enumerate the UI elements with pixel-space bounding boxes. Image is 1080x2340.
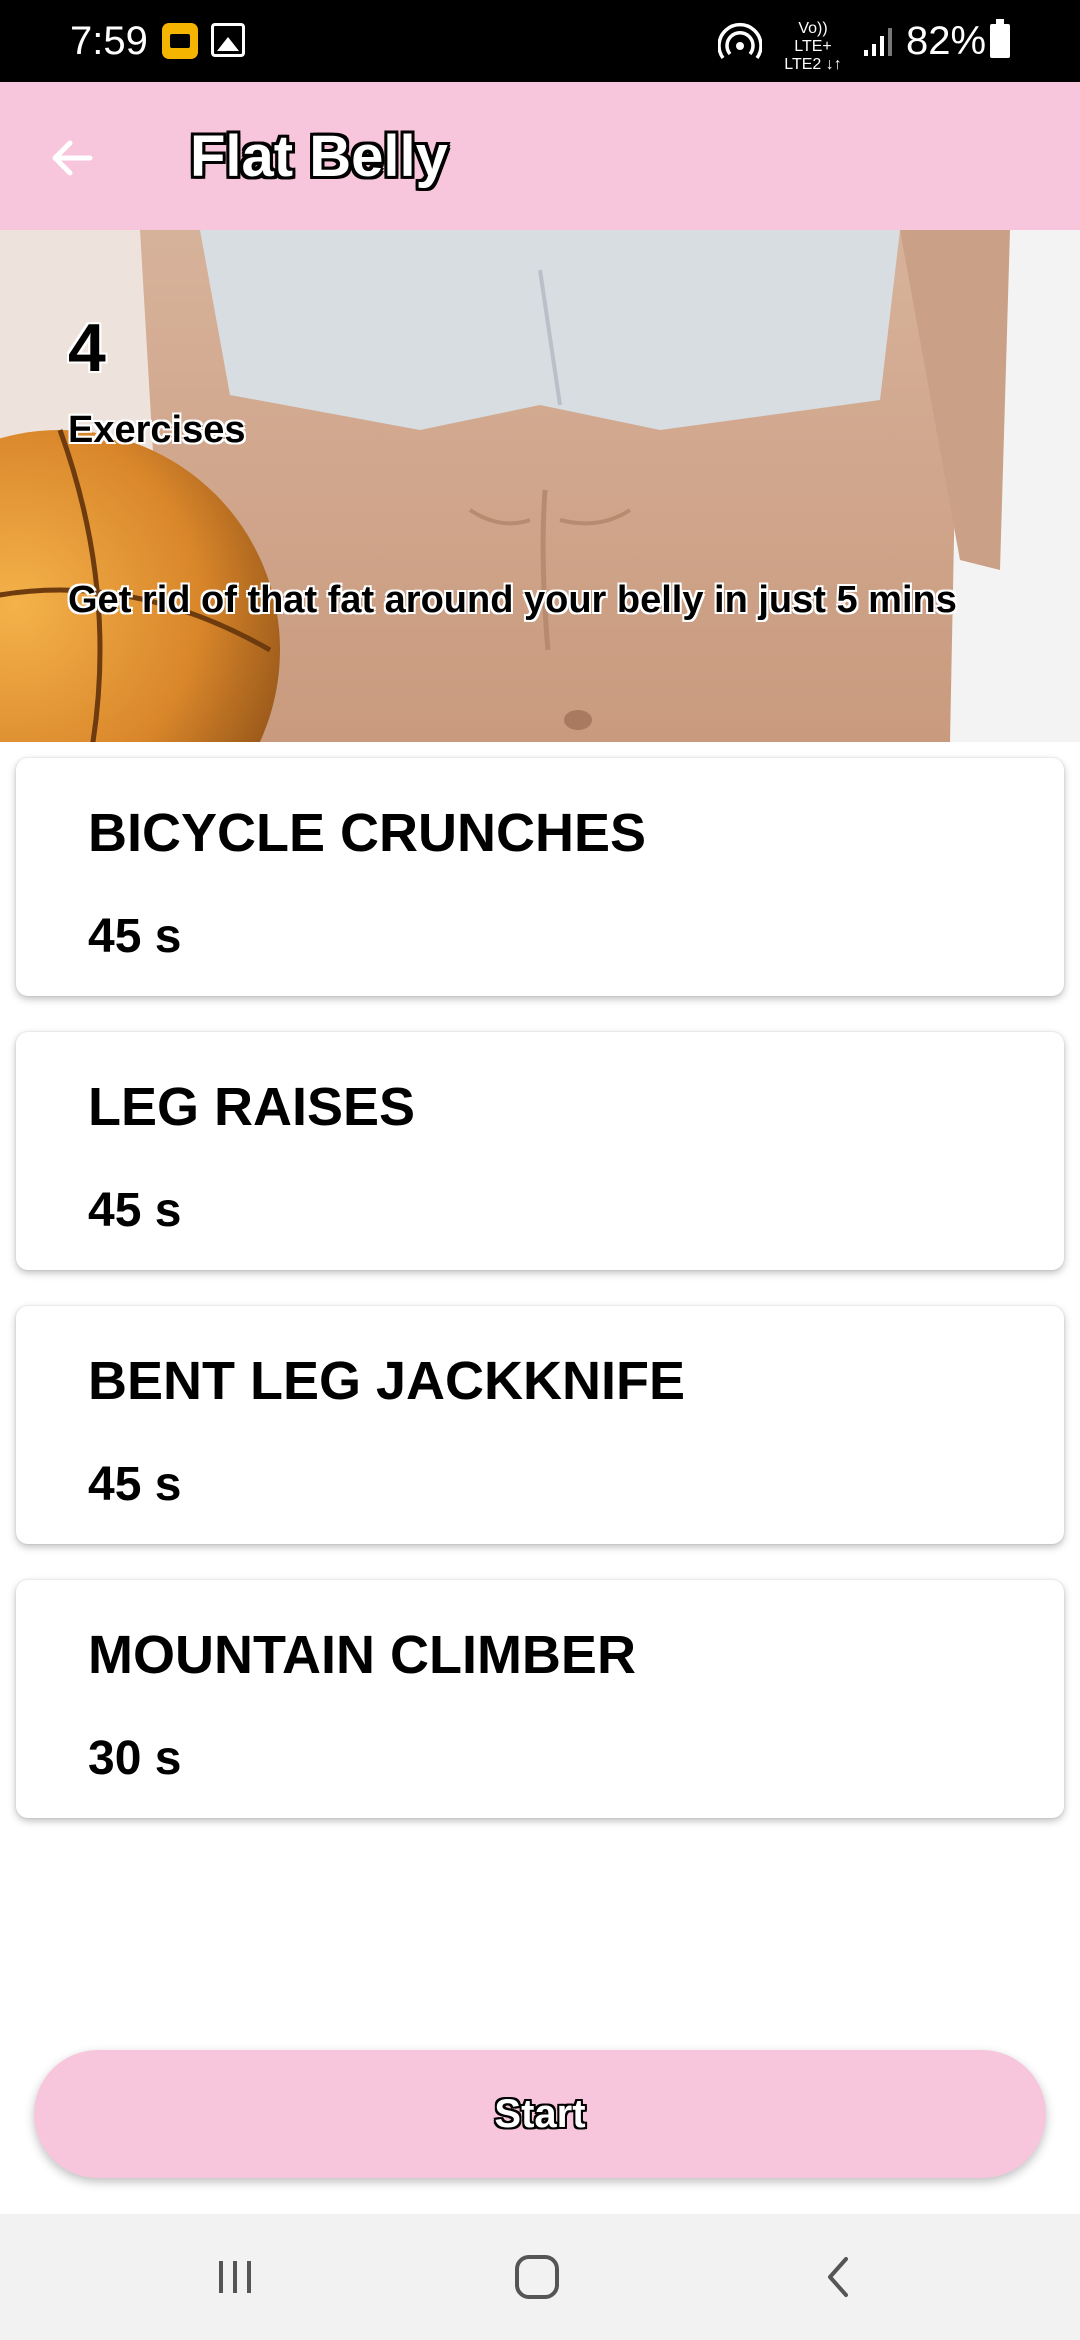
- battery-icon: [990, 19, 1010, 58]
- exercise-count: 4: [68, 310, 106, 386]
- system-back-button[interactable]: [800, 2242, 880, 2312]
- exercise-count-label: Exercises: [68, 409, 246, 451]
- exercise-name: MOUNTAIN CLIMBER: [88, 1625, 636, 1685]
- start-button[interactable]: Start: [34, 2050, 1046, 2178]
- app-notification-icon: [162, 23, 198, 59]
- start-button-label: Start: [494, 2092, 586, 2136]
- exercise-card[interactable]: BICYCLE CRUNCHES 45 s: [16, 758, 1064, 996]
- back-button[interactable]: [40, 126, 104, 190]
- recent-apps-button[interactable]: [195, 2242, 275, 2312]
- exercise-duration: 45 s: [88, 1458, 182, 1511]
- hero-banner: 4 Exercises Get rid of that fat around y…: [0, 230, 1080, 742]
- exercise-name: BENT LEG JACKKNIFE: [88, 1351, 686, 1411]
- exercise-name: BICYCLE CRUNCHES: [88, 803, 647, 863]
- hero-image: [0, 230, 1080, 742]
- hotspot-icon: [718, 23, 762, 60]
- exercise-duration: 45 s: [88, 1184, 182, 1237]
- app-bar: Flat Belly: [0, 82, 1080, 230]
- workout-description: Get rid of that fat around your belly in…: [68, 579, 957, 621]
- exercise-duration: 45 s: [88, 910, 182, 963]
- home-button[interactable]: [497, 2242, 577, 2312]
- network-line-2: LTE2 ↓↑: [784, 56, 842, 73]
- network-line-1: Vo)) LTE+: [794, 20, 832, 55]
- exercise-card[interactable]: BENT LEG JACKKNIFE 45 s: [16, 1306, 1064, 1544]
- recent-apps-icon: [219, 2261, 251, 2293]
- status-time: 7:59: [70, 19, 148, 63]
- page-title: Flat Belly: [190, 124, 448, 189]
- home-icon: [515, 2255, 559, 2299]
- battery-percentage: 82%: [906, 19, 987, 63]
- status-bar: 7:59 Vo)) LTE+ LTE2 ↓↑ 82%: [0, 0, 1080, 82]
- exercise-duration: 30 s: [88, 1732, 182, 1785]
- signal-icon: [864, 28, 892, 56]
- exercise-card[interactable]: MOUNTAIN CLIMBER 30 s: [16, 1580, 1064, 1818]
- gallery-icon: [211, 23, 245, 57]
- back-icon: [828, 2257, 848, 2297]
- arrow-left-icon: [52, 140, 93, 176]
- network-indicator: Vo)) LTE+ LTE2 ↓↑: [778, 20, 848, 74]
- exercise-name: LEG RAISES: [88, 1077, 416, 1137]
- exercise-card[interactable]: LEG RAISES 45 s: [16, 1032, 1064, 1270]
- system-nav-bar: [0, 2214, 1080, 2340]
